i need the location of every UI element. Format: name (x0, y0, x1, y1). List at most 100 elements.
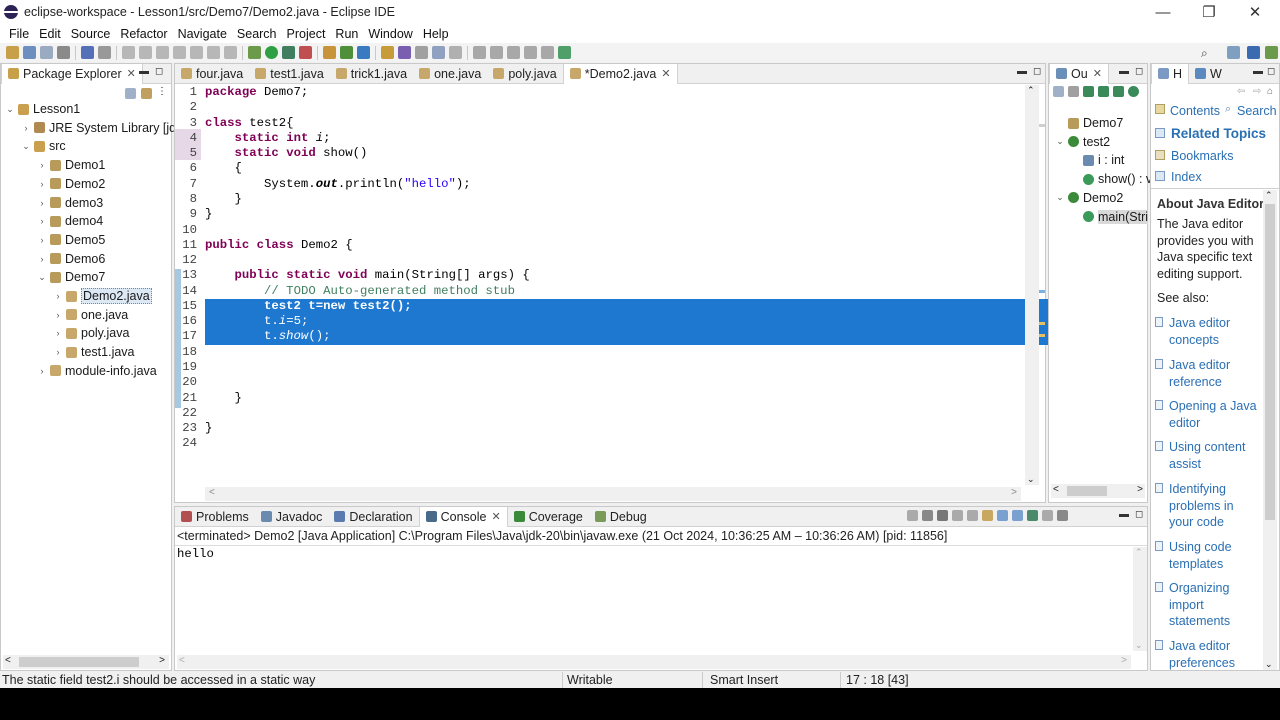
help-topic-link[interactable]: Using code templates (1169, 539, 1261, 572)
search-toolbar-icon[interactable] (398, 46, 411, 59)
help-topic-link[interactable]: Opening a Java editor (1169, 398, 1261, 431)
code-line[interactable]: { (205, 161, 242, 175)
help-bookmarks-link[interactable]: Bookmarks (1171, 148, 1234, 165)
chevron-down-icon[interactable]: ⌄ (1055, 136, 1065, 147)
editor-tab-four[interactable]: four.java (175, 64, 249, 84)
tree-item[interactable]: › module-info.java (37, 362, 157, 380)
scroll-down-icon[interactable]: ⌄ (1027, 474, 1035, 485)
chevron-right-icon[interactable]: › (21, 123, 31, 133)
open-type-icon[interactable] (381, 46, 394, 59)
hide-static-icon[interactable] (1098, 86, 1109, 97)
new-icon[interactable] (6, 46, 19, 59)
display-console-icon[interactable] (1042, 510, 1053, 521)
editor-tab-trick1[interactable]: trick1.java (330, 64, 413, 84)
scroll-thumb[interactable] (19, 657, 139, 667)
tree-item[interactable]: ⌄ src (21, 137, 65, 155)
console-tab[interactable]: Console ✕ (418, 506, 508, 527)
outline-item[interactable]: i : int (1083, 151, 1124, 169)
code-line[interactable]: public class Demo2 { (205, 238, 353, 252)
code-line[interactable]: } (205, 391, 242, 405)
chevron-down-icon[interactable]: ⌄ (1055, 192, 1065, 203)
tree-item[interactable]: ⌄ Demo7 (37, 268, 105, 286)
help-topic-link[interactable]: Java editor concepts (1169, 315, 1261, 348)
javadoc-tab[interactable]: Javadoc (255, 507, 329, 527)
tree-item[interactable]: › demo3 (37, 194, 104, 212)
coverage-icon[interactable] (282, 46, 295, 59)
copy-icon[interactable] (952, 510, 963, 521)
menu-navigate[interactable]: Navigate (173, 27, 232, 41)
print-icon[interactable] (57, 46, 70, 59)
chevron-right-icon[interactable]: › (37, 366, 47, 376)
chevron-right-icon[interactable]: › (53, 347, 63, 357)
tree-item[interactable]: › poly.java (53, 324, 130, 342)
step-over-icon[interactable] (207, 46, 220, 59)
chevron-right-icon[interactable]: › (37, 254, 47, 264)
terminal-icon[interactable] (81, 46, 94, 59)
debug-tab[interactable]: Debug (589, 507, 653, 527)
welcome-tab[interactable]: W (1189, 64, 1228, 84)
tree-item[interactable]: › Demo1 (37, 156, 106, 174)
help-topic-link[interactable]: Using content assist (1169, 439, 1261, 472)
menu-run[interactable]: Run (330, 27, 363, 41)
new-class-icon[interactable] (357, 46, 370, 59)
maximize-icon[interactable]: ◻ (1267, 66, 1275, 77)
back-icon[interactable] (524, 46, 537, 59)
save-all-icon[interactable] (40, 46, 53, 59)
forward-icon[interactable]: ⇨ (1253, 86, 1261, 97)
word-wrap-icon[interactable] (997, 510, 1008, 521)
help-topic-link[interactable]: Organizing import statements (1169, 580, 1261, 630)
menu-window[interactable]: Window (363, 27, 417, 41)
code-line[interactable]: public static void main(String[] args) { (205, 268, 530, 282)
menu-source[interactable]: Source (66, 27, 116, 41)
hide-local-types-icon[interactable] (1128, 86, 1139, 97)
chevron-down-icon[interactable]: ⌄ (21, 141, 31, 152)
home-icon[interactable]: ⌂ (1267, 86, 1273, 97)
maximize-icon[interactable]: ◻ (155, 66, 163, 77)
code-line[interactable]: } (205, 421, 212, 435)
new-console-icon[interactable] (1057, 510, 1068, 521)
menu-search[interactable]: Search (232, 27, 282, 41)
tree-item[interactable]: › demo4 (37, 212, 104, 230)
help-vertical-scrollbar[interactable]: ⌃ ⌄ (1263, 190, 1277, 670)
menu-edit[interactable]: Edit (34, 27, 66, 41)
scroll-right-icon[interactable]: > (1137, 484, 1143, 495)
code-line[interactable]: } (205, 192, 242, 206)
remove-launch-icon[interactable] (922, 510, 933, 521)
back-icon[interactable]: ⇦ (1237, 86, 1245, 97)
menu-help[interactable]: Help (418, 27, 454, 41)
tree-item[interactable]: › JRE System Library [jdk (21, 119, 183, 137)
hide-fields-icon[interactable] (1083, 86, 1094, 97)
tree-item[interactable]: › Demo5 (37, 231, 106, 249)
close-icon[interactable]: ✕ (491, 510, 500, 523)
help-topic-link[interactable]: Identifying problems in your code (1169, 481, 1261, 531)
collapse-all-icon[interactable] (1053, 86, 1064, 97)
code-line[interactable]: static int i; (205, 131, 331, 145)
scroll-thumb[interactable] (1067, 486, 1107, 496)
help-search-link[interactable]: Search (1237, 103, 1277, 120)
step-return-icon[interactable] (224, 46, 237, 59)
help-index-link[interactable]: Index (1171, 169, 1202, 186)
help-topic-link[interactable]: Java editor reference (1169, 357, 1261, 390)
search-icon[interactable]: ⌕ (1201, 46, 1208, 61)
outline-item[interactable]: show() : v (1083, 170, 1152, 188)
close-icon[interactable]: ✕ (1093, 67, 1102, 80)
scroll-right-icon[interactable]: > (159, 655, 165, 666)
console-output[interactable]: hello (177, 547, 214, 561)
problems-tab[interactable]: Problems (175, 507, 255, 527)
coverage-tab[interactable]: Coverage (508, 507, 589, 527)
scroll-right-icon[interactable]: > (1011, 487, 1017, 498)
scroll-thumb[interactable] (1265, 204, 1275, 520)
scroll-up-icon[interactable]: ⌃ (1027, 85, 1035, 96)
editor-tab-test1[interactable]: test1.java (249, 64, 330, 84)
code-line[interactable]: static void show() (205, 146, 368, 160)
debug-perspective-icon[interactable] (1265, 46, 1278, 59)
maximize-icon[interactable]: ◻ (1135, 509, 1143, 520)
editor-tab-demo2[interactable]: *Demo2.java ✕ (562, 63, 678, 84)
code-editor[interactable]: 1 package Demo7; 2 3 class test2{4 static in… (175, 84, 1051, 502)
external-tools-icon[interactable] (299, 46, 312, 59)
outline-item[interactable]: ⌄ Demo2 (1055, 189, 1123, 207)
console-vertical-scrollbar[interactable]: ⌃ ⌄ (1133, 547, 1147, 651)
link-editor-icon[interactable] (141, 86, 156, 100)
editor-tab-one[interactable]: one.java (413, 64, 487, 84)
related-topics-heading[interactable]: Related Topics (1171, 126, 1266, 143)
